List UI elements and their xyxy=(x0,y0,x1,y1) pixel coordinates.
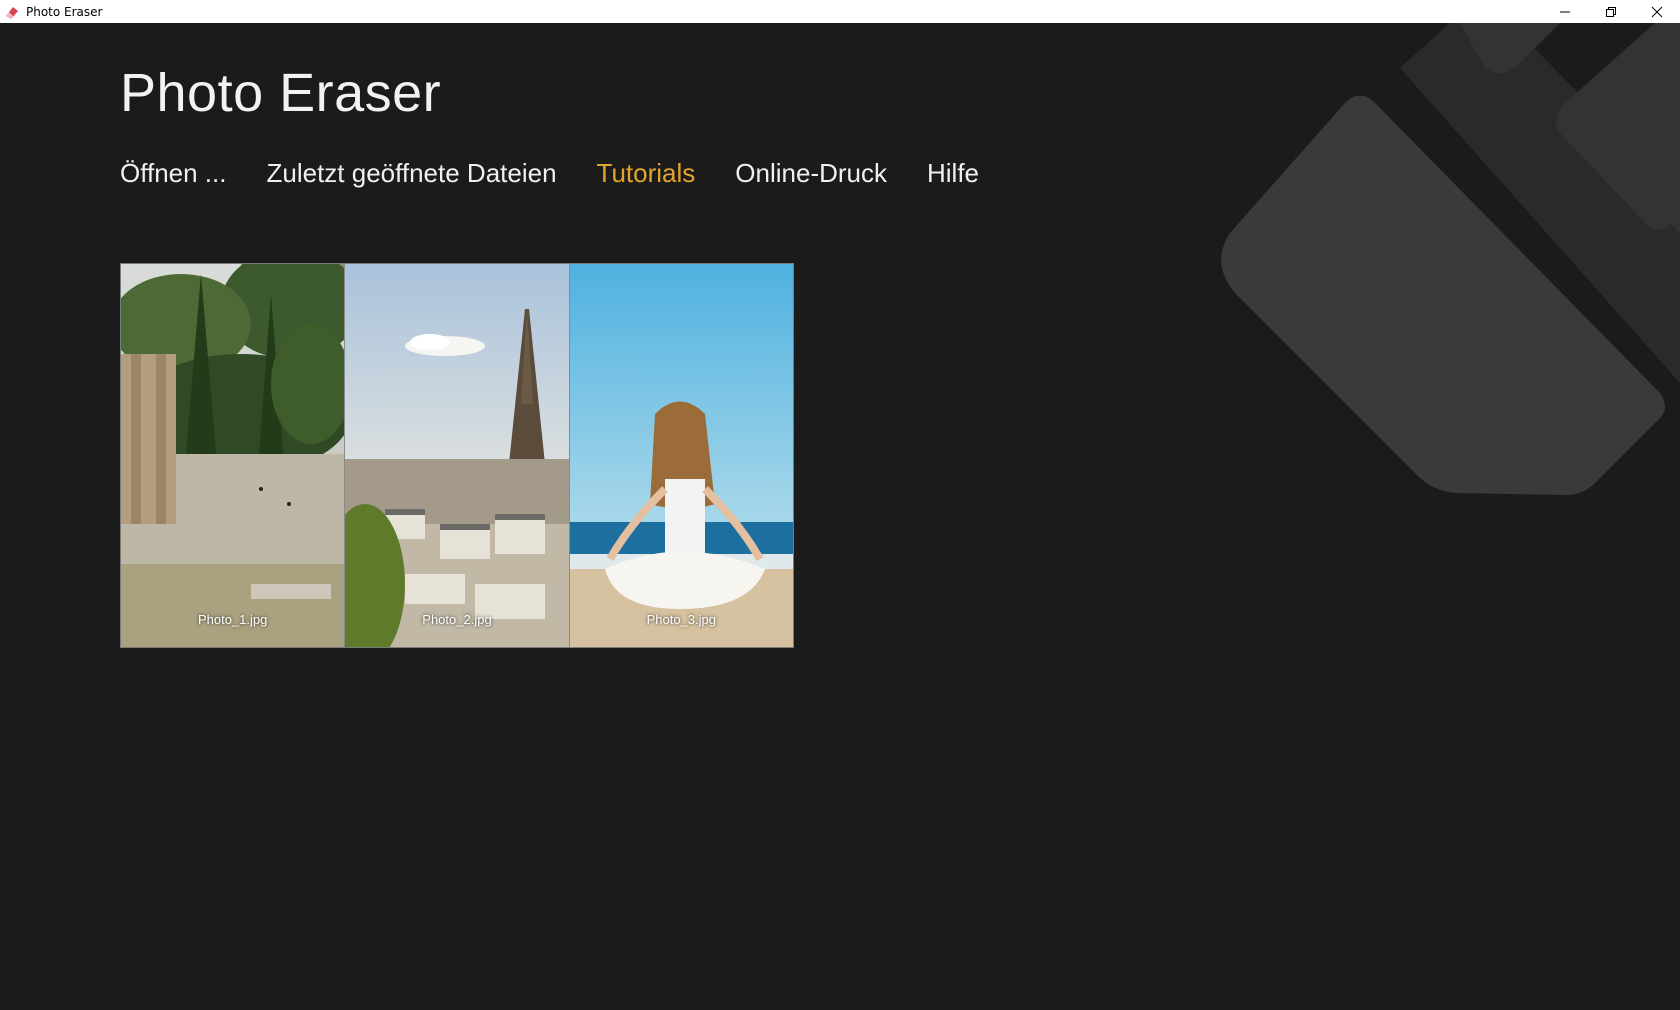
close-icon xyxy=(1651,6,1663,17)
app-title: Photo Eraser xyxy=(120,63,442,123)
photo-1-filename: Photo_1.jpg xyxy=(197,612,268,627)
photo-3-thumbnail xyxy=(569,264,793,647)
photo-tile-1[interactable]: Photo_1.jpg xyxy=(121,264,345,647)
nav-item-recent-files[interactable]: Zuletzt geöffnete Dateien xyxy=(266,158,556,189)
nav-item-open[interactable]: Öffnen ... xyxy=(120,158,226,189)
nav-item-tutorials[interactable]: Tutorials xyxy=(597,158,696,189)
tutorial-gallery: Photo_1.jpg Photo_2.jpg Photo_3.jpg xyxy=(120,263,794,648)
window-titlebar: Photo Eraser xyxy=(0,0,1680,23)
window-title: Photo Eraser xyxy=(26,4,103,19)
photo-2-filename: Photo_2.jpg xyxy=(422,612,492,627)
minimize-button[interactable] xyxy=(1542,0,1588,23)
main-nav: Öffnen ... Zuletzt geöffnete Dateien Tut… xyxy=(120,158,1019,189)
photo-2-thumbnail xyxy=(345,264,569,647)
close-button[interactable] xyxy=(1634,0,1680,23)
eraser-app-icon xyxy=(4,4,20,20)
background-decoration xyxy=(1221,23,1680,495)
photo-1-thumbnail xyxy=(121,264,345,647)
minimize-icon xyxy=(1560,11,1570,12)
photo-tile-3[interactable]: Photo_3.jpg xyxy=(568,264,793,647)
restore-icon xyxy=(1606,6,1616,17)
photo-3-filename: Photo_3.jpg xyxy=(646,612,717,627)
nav-item-online-print[interactable]: Online-Druck xyxy=(735,158,887,189)
photo-tile-2[interactable]: Photo_2.jpg xyxy=(344,264,569,647)
restore-button[interactable] xyxy=(1588,0,1634,23)
nav-item-help[interactable]: Hilfe xyxy=(927,158,979,189)
